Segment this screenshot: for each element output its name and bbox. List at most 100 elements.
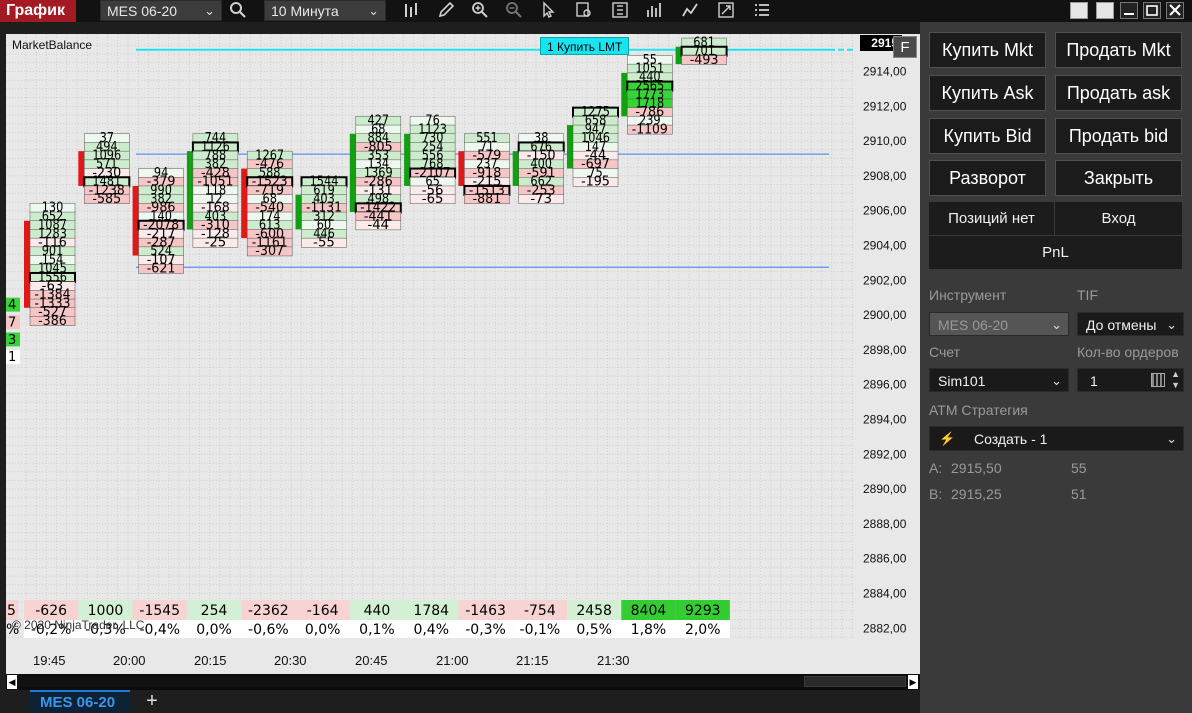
atm-strategy-select[interactable]: ⚡ Создать - 1 ⌄ <box>929 426 1184 451</box>
order-label-buy-lmt[interactable]: 1 Купить LMT <box>540 37 630 55</box>
footprint-value: -65 <box>422 192 444 207</box>
price-axis-label: 2894,00 <box>863 413 907 427</box>
bar-body <box>512 151 519 186</box>
quantity-value: 1 <box>1090 373 1098 389</box>
delta-value: -626 <box>35 603 67 619</box>
data-box-icon[interactable] <box>574 1 594 21</box>
price-axis-label: 2886,00 <box>863 552 907 566</box>
toolbar: График MES 06-20 ⌄ 10 Минута ⌄ <box>0 0 1192 22</box>
buy-ask-button[interactable]: Купить Ask <box>929 75 1046 111</box>
delta-pct-value: 1,8% <box>631 622 667 638</box>
delta-value: 1000 <box>88 603 124 619</box>
interval-selector[interactable]: 10 Минута ⌄ <box>264 0 386 21</box>
time-label: 21:15 <box>516 653 549 668</box>
footprint-value: -881 <box>473 192 502 207</box>
price-axis-label: 2914,00 <box>863 65 907 79</box>
sell-bid-button[interactable]: Продать bid <box>1055 118 1182 154</box>
list-icon[interactable] <box>752 1 772 21</box>
strategies-icon[interactable] <box>644 1 664 21</box>
tab-mes-06-20[interactable]: MES 06-20 <box>30 690 130 713</box>
tif-select[interactable]: До отмены ⌄ <box>1077 312 1184 336</box>
time-label: 20:00 <box>113 653 146 668</box>
time-label: 20:30 <box>274 653 307 668</box>
window-tile-button[interactable] <box>1096 2 1114 19</box>
app-window: График MES 06-20 ⌄ 10 Минута ⌄ 2914,00 29… <box>0 0 1192 713</box>
lightning-icon: ⚡ <box>939 431 956 446</box>
search-icon[interactable] <box>228 1 248 21</box>
account-select-value: Sim101 <box>938 373 986 389</box>
properties-icon[interactable] <box>716 1 736 21</box>
f-button[interactable]: F <box>893 36 917 58</box>
chart-title: График <box>0 0 76 22</box>
instrument-selector[interactable]: MES 06-20 ⌄ <box>100 0 222 21</box>
chart-canvas[interactable]: 2914,00 2912,00 2910,00 2908,00 2906,00 2904,… <box>6 34 920 638</box>
delta-pct-value: -0,1% <box>520 622 561 638</box>
atm-strategy-label: ATM Стратегия <box>929 402 1028 418</box>
footprint-value: -55 <box>313 235 335 250</box>
scroll-thumb[interactable] <box>804 676 906 687</box>
buy-bid-button[interactable]: Купить Bid <box>929 118 1046 154</box>
minimize-button[interactable] <box>1120 2 1138 19</box>
ask-price: 2915,50 <box>951 460 1002 476</box>
tab-bar: MES 06-20 + <box>0 690 920 713</box>
tif-select-value: До отмены <box>1086 317 1157 333</box>
footprint-value: -44 <box>368 218 390 233</box>
delta-pct-value: -0,6% <box>248 622 289 638</box>
bar-body <box>621 72 628 117</box>
close-position-button[interactable]: Закрыть <box>1055 160 1182 196</box>
time-label: 20:45 <box>355 653 388 668</box>
instrument-selector-value: MES 06-20 <box>107 3 178 19</box>
cursor-icon[interactable] <box>538 1 558 21</box>
delta-value: -1463 <box>465 603 506 619</box>
bars-icon[interactable] <box>402 1 422 21</box>
footprint-value: -621 <box>147 262 176 277</box>
stepper-arrows-icon[interactable]: ▲ ▼ <box>1171 369 1180 391</box>
chart-panel[interactable]: 2914,00 2912,00 2910,00 2908,00 2906,00 2904,… <box>6 34 920 638</box>
buy-mkt-button[interactable]: Купить Mkt <box>929 32 1046 68</box>
zoom-in-icon[interactable] <box>470 1 490 21</box>
chevron-down-icon: ⌄ <box>1051 317 1062 332</box>
price-axis-label: 2892,00 <box>863 447 907 461</box>
close-button[interactable] <box>1166 2 1184 19</box>
pencil-icon[interactable] <box>436 1 456 21</box>
chevron-down-icon: ⌄ <box>368 3 379 18</box>
footprint-value: -73 <box>530 192 552 207</box>
scroll-track[interactable] <box>18 676 906 687</box>
ask-label: A: <box>929 460 943 476</box>
bar-body <box>295 194 302 230</box>
time-label: 21:30 <box>597 653 630 668</box>
chevron-down-icon: ⌄ <box>204 3 215 18</box>
copyright-text: © 2020 NinjaTrader, LLC <box>12 618 145 632</box>
add-tab-button[interactable]: + <box>140 690 164 713</box>
quantity-stepper[interactable]: 1 ▲ ▼ <box>1077 368 1184 392</box>
scroll-right-arrow-icon[interactable]: ▶ <box>908 675 918 689</box>
price-axis-label: 2898,00 <box>863 343 907 357</box>
price-axis-label: 2912,00 <box>863 99 907 113</box>
footprint-value: -1109 <box>632 122 668 137</box>
bar-body <box>349 133 356 213</box>
zoom-out-icon[interactable] <box>504 1 524 21</box>
partial-value: 3 <box>8 333 16 348</box>
sell-mkt-button[interactable]: Продать Mkt <box>1055 32 1182 68</box>
maximize-button[interactable] <box>1143 2 1161 19</box>
delta-value: -2362 <box>248 603 289 619</box>
indicators-icon[interactable] <box>610 1 630 21</box>
account-select[interactable]: Sim101 ⌄ <box>929 368 1069 392</box>
bar-body <box>24 220 30 308</box>
window-pin-button[interactable] <box>1070 2 1088 19</box>
calculator-icon[interactable] <box>1151 373 1165 387</box>
scroll-left-arrow-icon[interactable]: ◀ <box>7 675 17 689</box>
footprint-value: -195 <box>581 175 610 190</box>
chart-trader-icon[interactable] <box>680 1 700 21</box>
reverse-button[interactable]: Разворот <box>929 160 1046 196</box>
price-axis-label: 2888,00 <box>863 517 907 531</box>
bid-size: 51 <box>1071 486 1087 502</box>
delta-value: -754 <box>524 603 556 619</box>
tif-label: TIF <box>1077 287 1098 303</box>
partial-value: 1 <box>8 350 16 365</box>
delta-pct-value: 2,0% <box>685 622 721 638</box>
horizontal-scrollbar[interactable]: ◀ ▶ <box>6 674 920 690</box>
price-axis-label: 2904,00 <box>863 239 907 253</box>
time-axis[interactable]: 19:45 20:00 20:15 20:30 20:45 21:00 21:1… <box>6 638 920 674</box>
sell-ask-button[interactable]: Продать ask <box>1055 75 1182 111</box>
